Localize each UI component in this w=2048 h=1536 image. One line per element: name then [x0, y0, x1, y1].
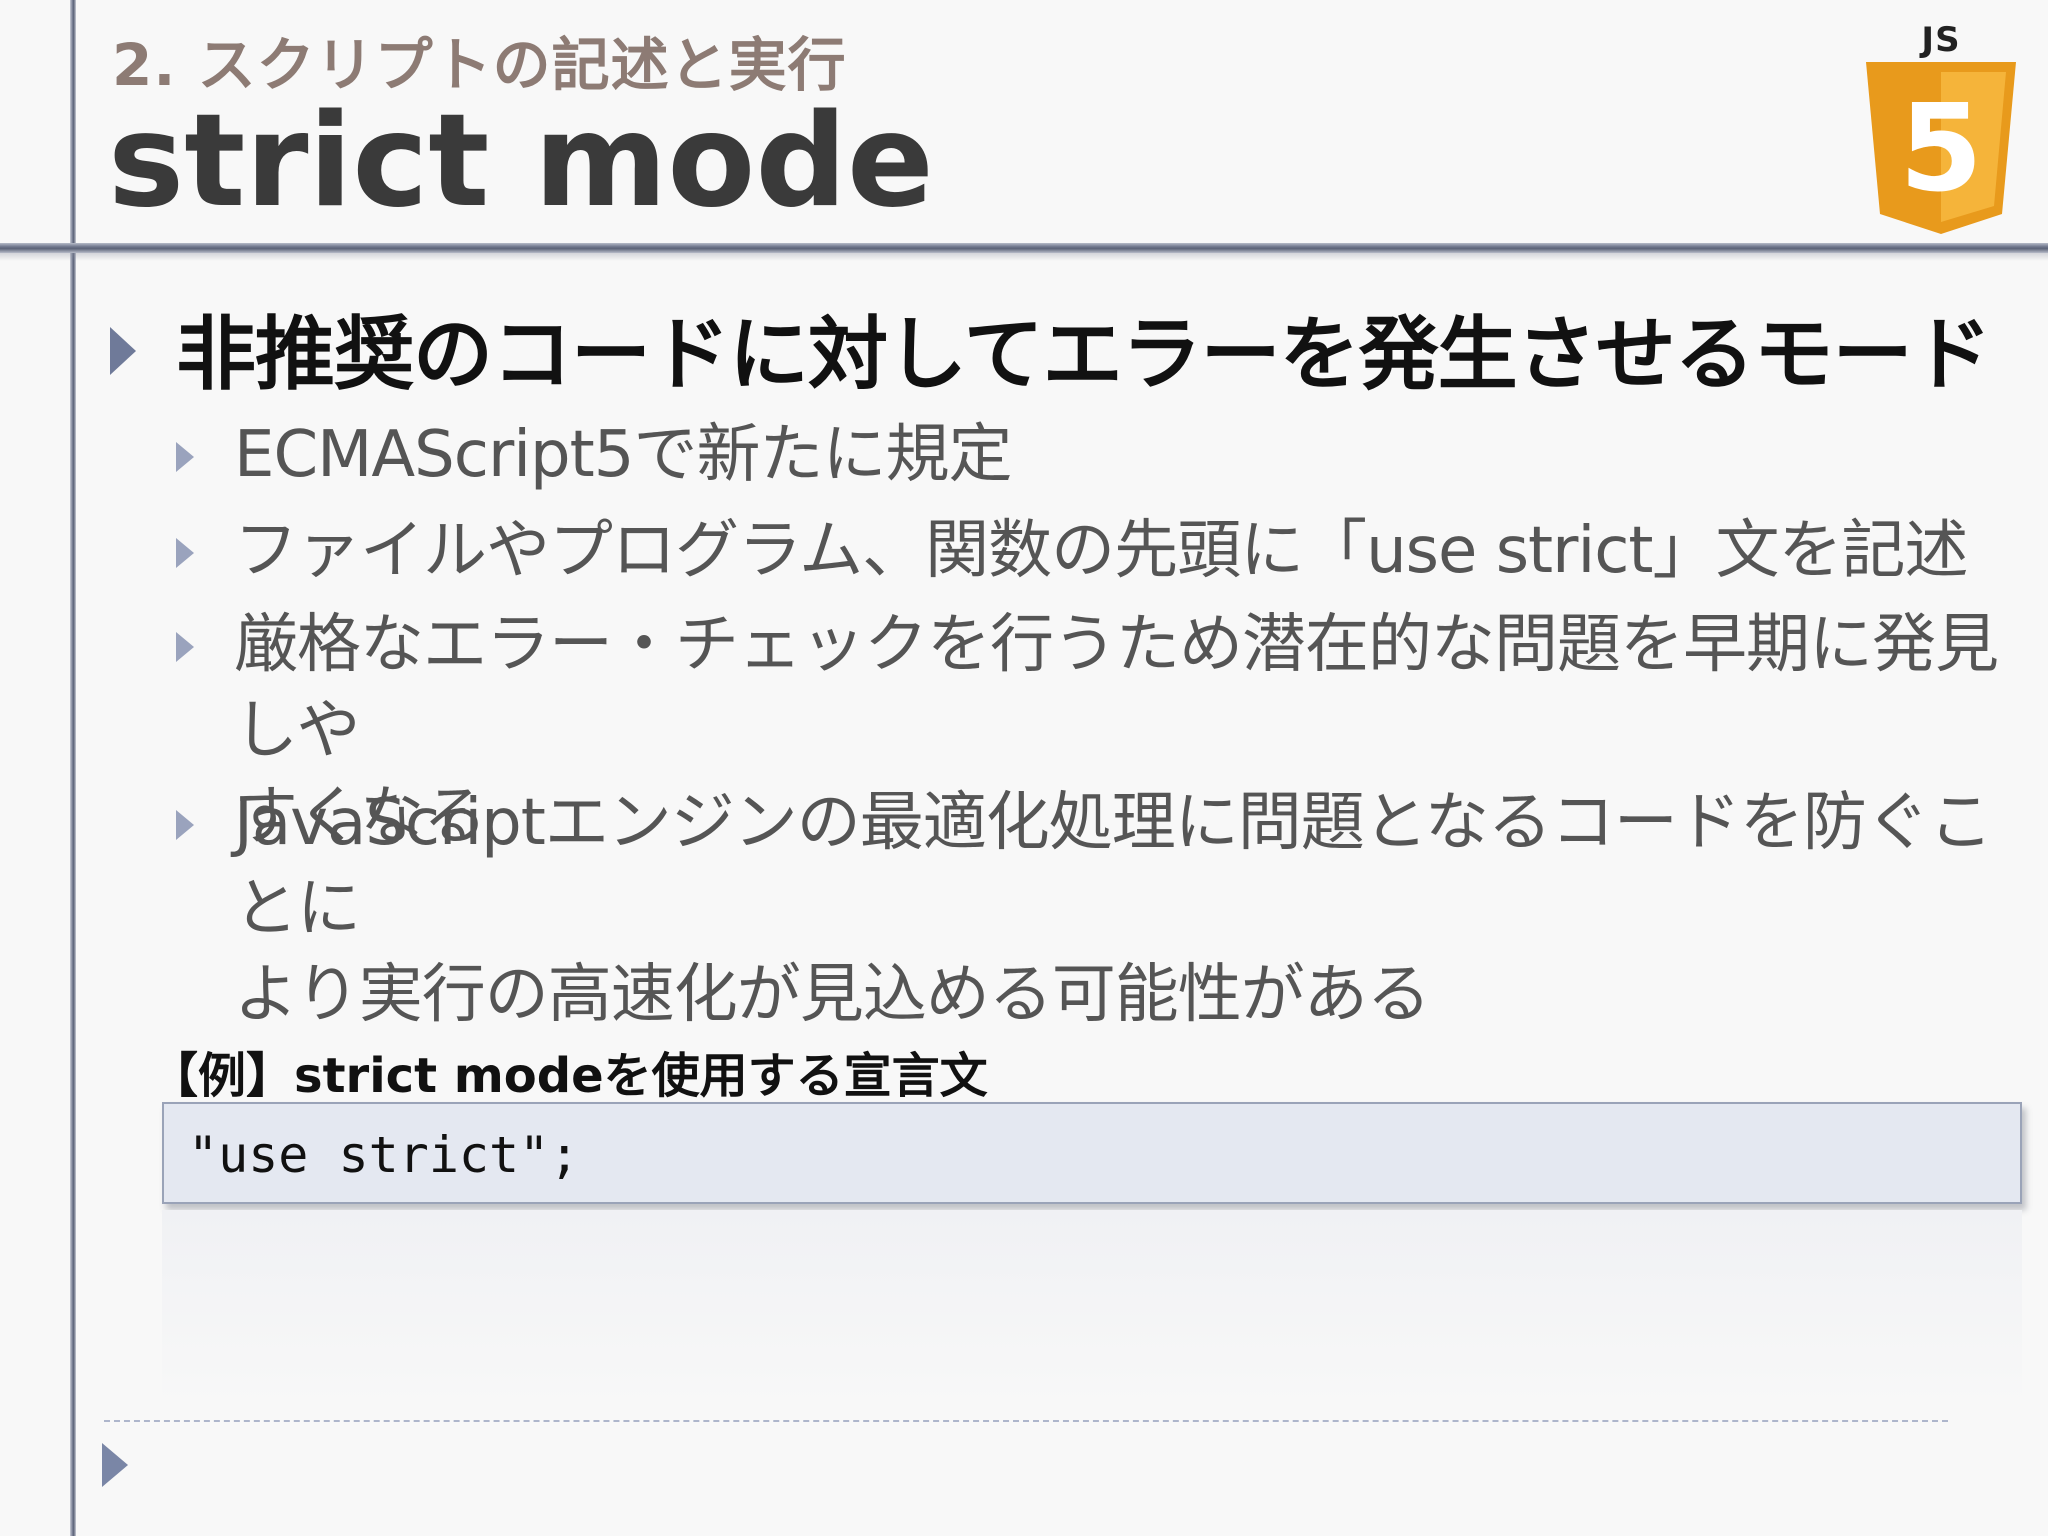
code-box: "use strict"; — [162, 1102, 2022, 1204]
header-divider — [0, 243, 2048, 253]
sub-bullet-2: ファイルやプログラム、関数の先頭に「use strict」文を記述 — [176, 508, 2016, 594]
bullet-triangle-icon — [110, 327, 136, 375]
footer-triangle-icon — [102, 1443, 128, 1487]
left-vertical-rule — [70, 0, 76, 1536]
sub-bullet-4: JavaScriptエンジンの最適化処理に問題となるコードを防ぐことに より実行… — [176, 780, 2016, 1038]
sub-bullet-line: ファイルやプログラム、関数の先頭に「use strict」文を記述 — [234, 514, 1969, 588]
main-bullet-text: 非推奨のコードに対してエラーを発生させるモード — [176, 308, 1992, 401]
bullet-triangle-icon — [176, 538, 194, 568]
code-area-background — [162, 1210, 2022, 1410]
sub-bullet-line: 厳格なエラー・チェックを行うため潜在的な問題を早期に発見しや — [234, 608, 1999, 768]
js-shield-icon: 5 — [1866, 62, 2016, 234]
main-bullet: 非推奨のコードに対してエラーを発生させるモード — [110, 290, 1992, 406]
sub-bullet-line: より実行の高速化が見込める可能性がある — [234, 958, 1431, 1032]
js5-logo: JS 5 — [1866, 20, 2016, 234]
sub-bullet-text: JavaScriptエンジンの最適化処理に問題となるコードを防ぐことに より実行… — [234, 780, 2016, 1038]
slide-title: strict mode — [108, 87, 934, 236]
bullet-triangle-icon — [176, 442, 194, 472]
sub-bullet-line: JavaScriptエンジンの最適化処理に問題となるコードを防ぐことに — [234, 786, 1993, 946]
sub-bullet-text: ファイルやプログラム、関数の先頭に「use strict」文を記述 — [234, 508, 1969, 594]
header-divider-shadow — [0, 253, 2048, 261]
js-logo-text: JS — [1921, 20, 1961, 60]
sub-bullet-1: ECMAScript5で新たに規定 — [176, 412, 2016, 498]
slide: 2. スクリプトの記述と実行 strict mode JS 5 非推奨のコードに… — [0, 0, 2048, 1536]
logo-number: 5 — [1899, 80, 1983, 219]
example-label: 【例】strict modeを使用する宣言文 — [150, 1048, 988, 1104]
sub-bullet-line: ECMAScript5で新たに規定 — [234, 418, 1012, 492]
sub-bullet-text: ECMAScript5で新たに規定 — [234, 412, 1012, 498]
bullet-triangle-icon — [176, 632, 194, 662]
bullet-triangle-icon — [176, 810, 194, 840]
code-text: "use strict"; — [188, 1126, 580, 1184]
footer-dashed-line — [104, 1420, 1948, 1422]
